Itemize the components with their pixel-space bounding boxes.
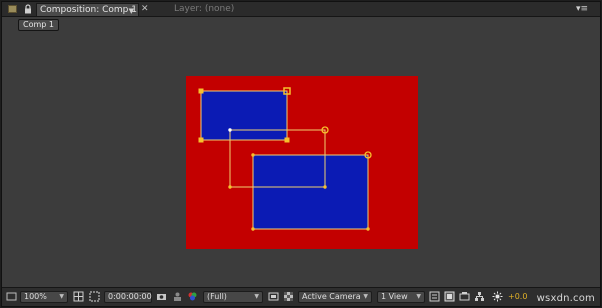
timeline-icon[interactable]: [459, 291, 470, 302]
fast-previews-icon[interactable]: [444, 291, 455, 302]
always-preview-icon[interactable]: [6, 291, 17, 302]
camera-view-dropdown[interactable]: Active Camera ▼: [298, 291, 372, 303]
mask-visibility-icon[interactable]: [89, 291, 100, 302]
zoom-dropdown[interactable]: 100% ▼: [20, 291, 68, 303]
handle-upper-bl: [198, 137, 204, 143]
resolution-value: (Full): [207, 292, 227, 301]
resolution-dropdown[interactable]: (Full) ▼: [203, 291, 263, 303]
composition-canvas[interactable]: [2, 34, 602, 286]
snapshot-icon[interactable]: [172, 291, 183, 302]
chevron-down-icon: ▼: [59, 293, 64, 300]
transparency-grid-icon[interactable]: [283, 291, 294, 302]
handle-box-br: [323, 185, 327, 189]
composition-panel: Composition: Comp 1 ▼ ✕ Layer: (none) ▾≡…: [1, 1, 601, 307]
tab-layer[interactable]: Layer: (none): [174, 3, 234, 16]
handle-upper-tl: [198, 88, 204, 94]
comp-navigator-chip[interactable]: Comp 1: [18, 19, 59, 31]
lock-icon[interactable]: [23, 4, 33, 14]
camera-view-value: Active Camera: [302, 292, 361, 301]
chevron-down-icon: ▼: [363, 293, 368, 300]
blue-solid-upper: [200, 90, 288, 141]
chevron-down-icon: ▼: [416, 293, 421, 300]
flowchart-icon[interactable]: [474, 291, 485, 302]
camera-icon[interactable]: [156, 291, 167, 302]
toggle-pixel-aspect-icon[interactable]: [429, 291, 440, 302]
tab-composition[interactable]: Composition: Comp 1 ▼: [36, 3, 139, 16]
watermark-text: wsxdn.com: [536, 293, 595, 304]
panel-menu-icon[interactable]: ▾≡: [576, 3, 588, 15]
blue-solid-lower: [252, 154, 369, 230]
handle-lower-bl: [251, 227, 255, 231]
handle-box-tl: [228, 128, 232, 132]
view-layout-dropdown[interactable]: 1 View ▼: [377, 291, 425, 303]
handle-upper-br: [284, 137, 290, 143]
region-of-interest-icon[interactable]: [268, 291, 279, 302]
view-layout-value: 1 View: [381, 292, 408, 301]
exposure-value[interactable]: +0.0: [508, 291, 527, 303]
handle-lower-br: [366, 227, 370, 231]
panel-grip-icon[interactable]: [8, 5, 17, 13]
composition-viewer[interactable]: [2, 34, 600, 286]
chevron-down-icon: ▼: [254, 293, 259, 300]
tab-composition-label: Composition: Comp 1: [40, 5, 137, 15]
panel-title-bar: Composition: Comp 1 ▼ ✕ Layer: (none) ▾≡: [2, 2, 600, 17]
safe-zones-icon[interactable]: [73, 291, 84, 302]
timecode-field[interactable]: 0:00:00:00: [104, 291, 152, 303]
handle-box-bl: [228, 185, 232, 189]
handle-lower-tl: [251, 153, 255, 157]
viewer-footer-toolbar: 100% ▼ 0:00:00:00 (Full) ▼ Active Camera…: [2, 287, 600, 306]
exposure-icon[interactable]: [492, 291, 503, 302]
color-channels-icon[interactable]: [187, 291, 198, 302]
zoom-value: 100%: [24, 292, 47, 301]
close-icon[interactable]: ✕: [141, 3, 149, 15]
chevron-down-icon[interactable]: ▼: [129, 5, 134, 17]
